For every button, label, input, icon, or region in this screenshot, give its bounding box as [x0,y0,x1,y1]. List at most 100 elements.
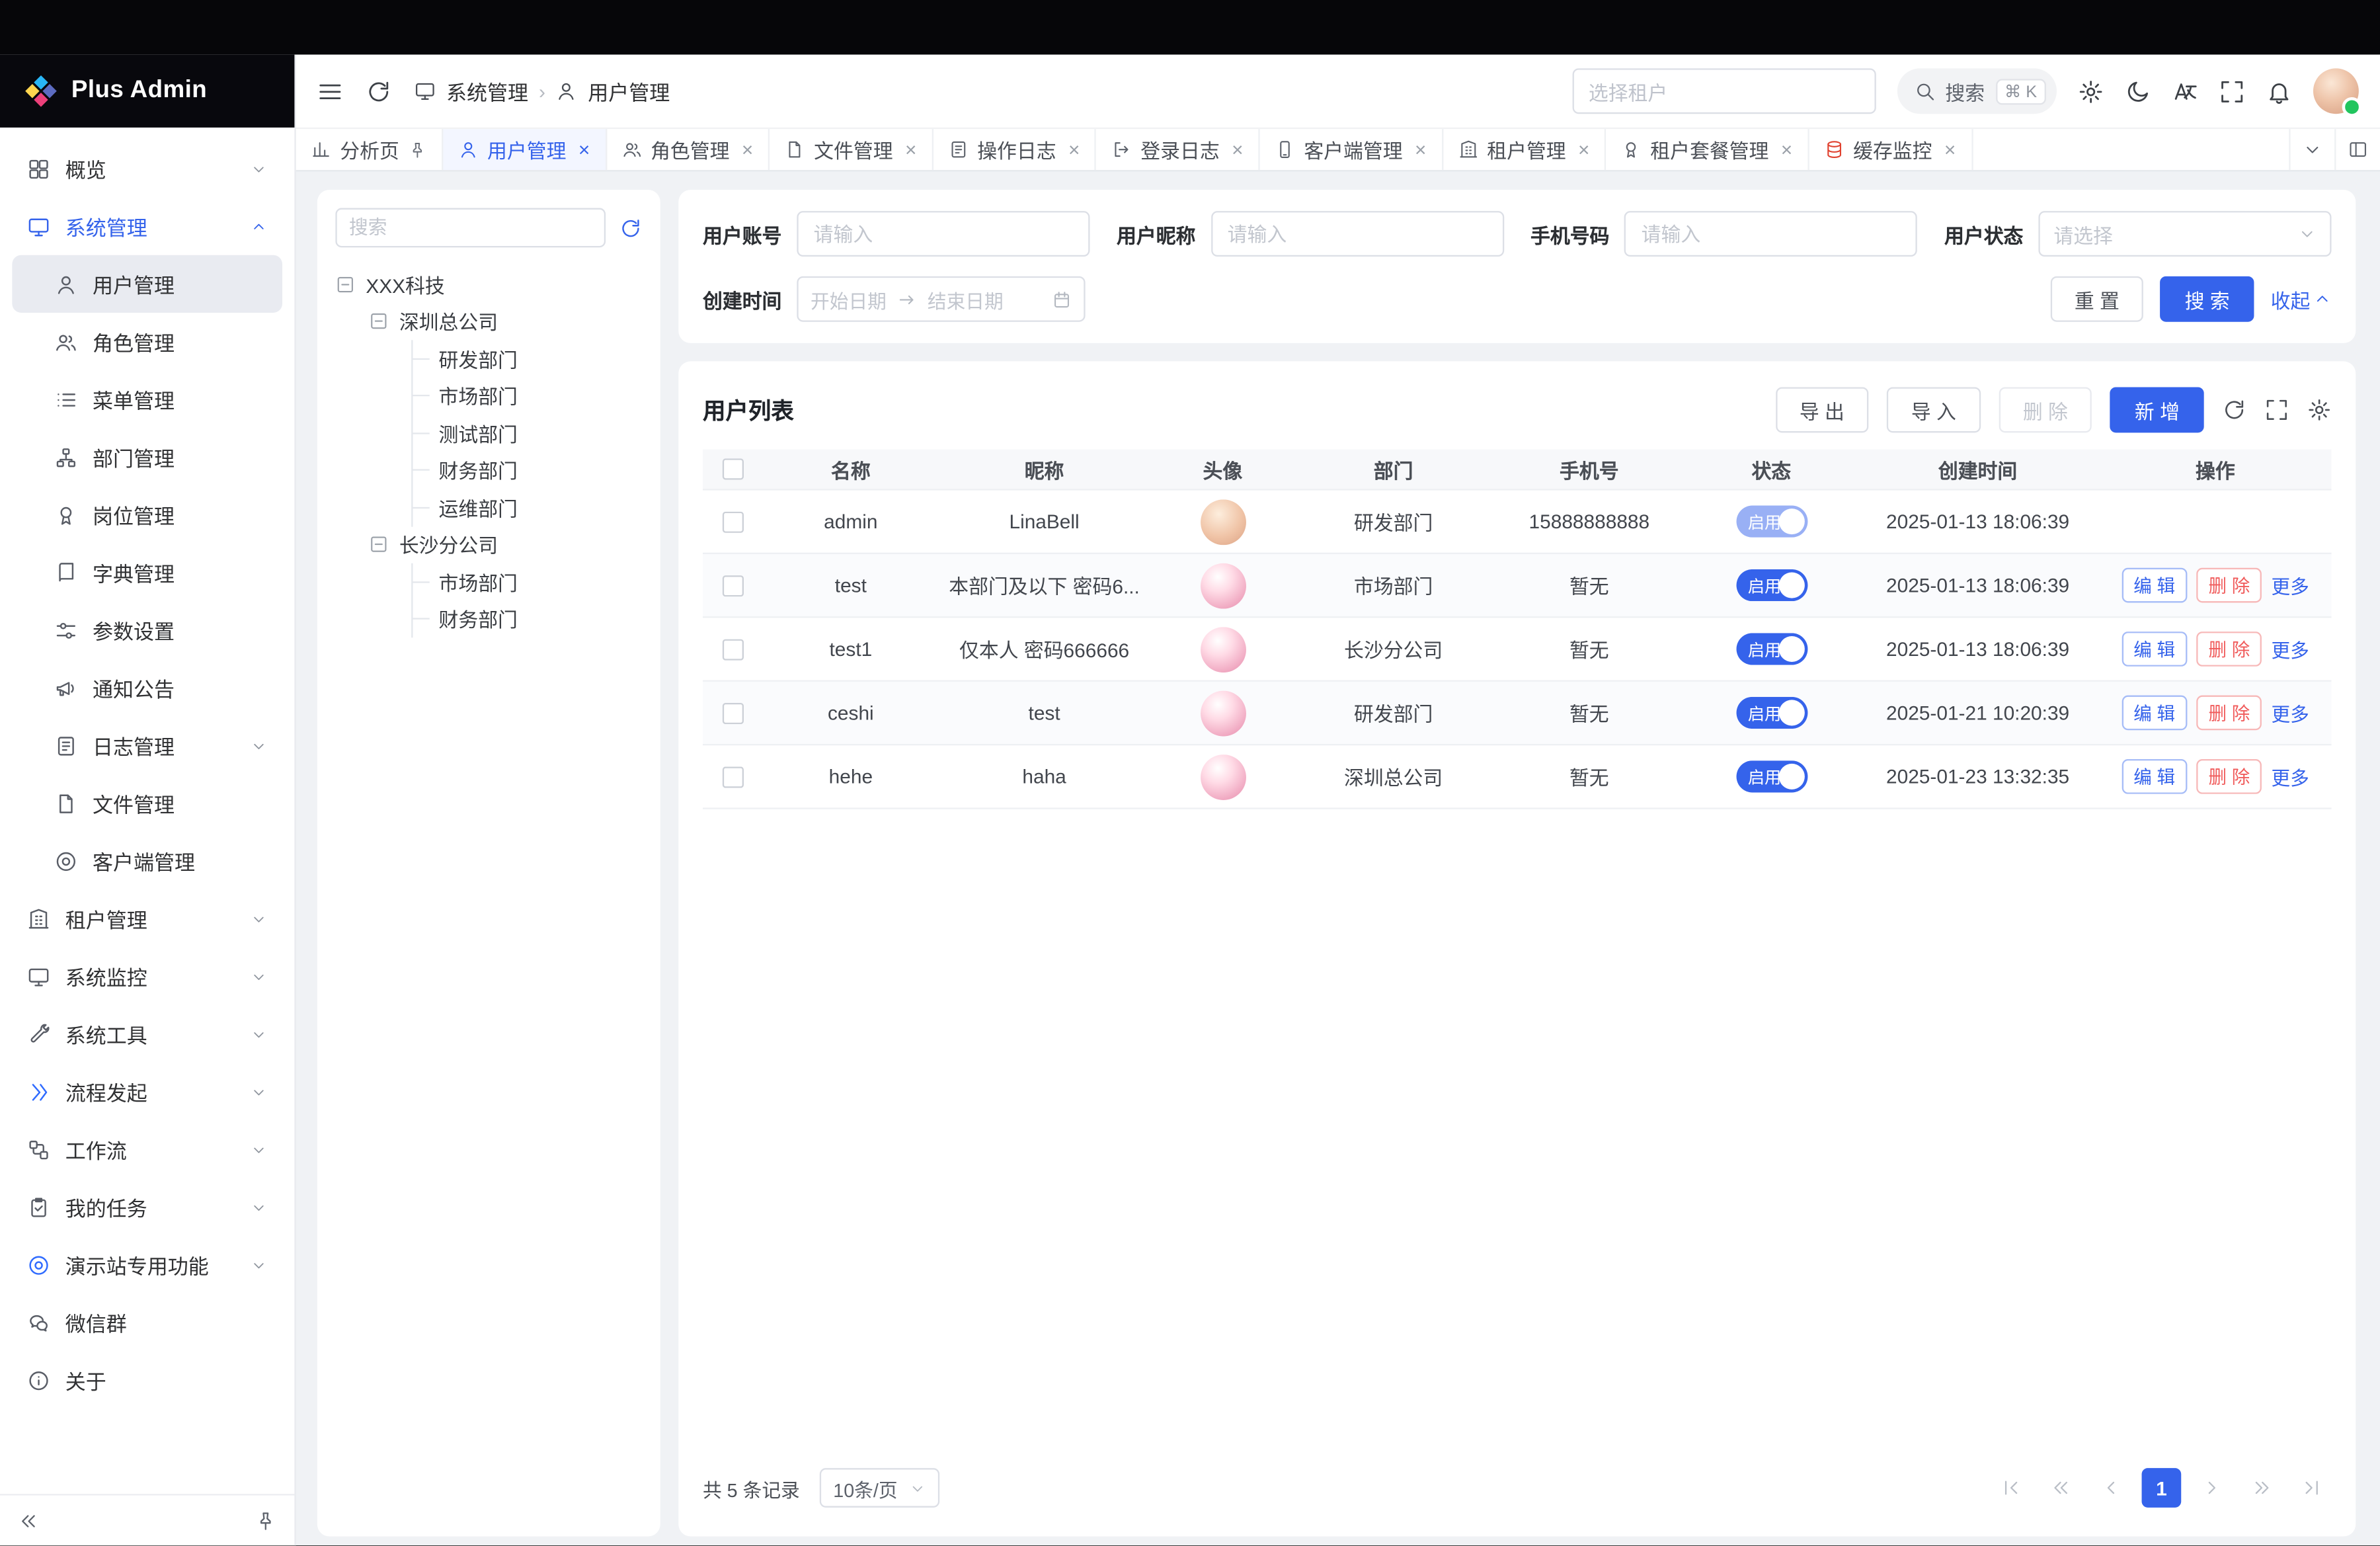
delete-button[interactable]: 删 除 [1999,387,2092,432]
status-toggle[interactable]: 启用 [1735,760,1807,792]
user-avatar[interactable] [2313,68,2359,114]
sidebar-item-process-start[interactable]: 流程发起 [12,1063,282,1120]
edit-button[interactable]: 编 辑 [2122,759,2188,794]
sidebar-item-role-mgmt[interactable]: 角色管理 [12,313,282,370]
account-input[interactable] [797,211,1090,257]
collapse-filters-link[interactable]: 收起 [2271,284,2332,313]
collapse-node-icon[interactable] [369,535,389,555]
status-toggle[interactable]: 启用 [1735,569,1807,601]
close-icon[interactable]: × [1781,140,1792,159]
tab-client-mgmt[interactable]: 客户端管理 × [1260,129,1443,170]
sidebar-item-client-mgmt[interactable]: 客户端管理 [12,832,282,889]
close-icon[interactable]: × [578,140,590,159]
reset-button[interactable]: 重 置 [2050,276,2143,322]
hamburger-menu-icon[interactable] [317,78,343,104]
delete-row-button[interactable]: 删 除 [2196,631,2262,667]
status-toggle[interactable]: 启用 [1735,697,1807,729]
tab-file-mgmt[interactable]: 文件管理 × [770,129,933,170]
edit-button[interactable]: 编 辑 [2122,631,2188,667]
date-range-input[interactable]: 开始日期 结束日期 [797,276,1085,322]
refresh-page-icon[interactable] [366,78,391,104]
close-icon[interactable]: × [1578,140,1589,159]
collapse-node-icon[interactable] [335,274,355,294]
tab-dropdown-icon[interactable] [2289,129,2334,170]
sidebar-item-my-tasks[interactable]: 我的任务 [12,1178,282,1236]
sidebar-item-system-tools[interactable]: 系统工具 [12,1005,282,1063]
first-page-icon[interactable] [1991,1469,2031,1508]
tab-analysis[interactable]: 分析页 [296,129,444,170]
tab-user-mgmt[interactable]: 用户管理 × [443,129,606,170]
close-icon[interactable]: × [742,140,753,159]
nickname-input[interactable] [1210,211,1503,257]
row-checkbox[interactable] [723,702,744,723]
sidebar-item-post-mgmt[interactable]: 岗位管理 [12,486,282,544]
select-all-checkbox[interactable] [723,458,744,479]
tab-cache-monitor[interactable]: 缓存监控 × [1809,129,1972,170]
sidebar-item-menu-mgmt[interactable]: 菜单管理 [12,370,282,428]
notifications-icon[interactable] [2266,78,2292,104]
app-logo[interactable]: Plus Admin [0,55,294,128]
table-settings-icon[interactable] [2307,398,2332,423]
tree-leaf[interactable]: 运维部门 [413,489,642,526]
tree-leaf[interactable]: 市场部门 [413,563,642,600]
tab-tenant-package-mgmt[interactable]: 租户套餐管理 × [1606,129,1809,170]
prev-page-icon[interactable] [2092,1469,2131,1508]
collapse-sidebar-icon[interactable] [19,1510,40,1531]
status-toggle[interactable]: 启用 [1735,633,1807,665]
tree-node-changsha[interactable]: 长沙分公司 [369,526,642,563]
edit-button[interactable]: 编 辑 [2122,696,2188,731]
more-actions-link[interactable]: 更多 [2271,571,2309,600]
sidebar-item-system-mgmt[interactable]: 系统管理 [12,197,282,255]
sidebar-item-param-settings[interactable]: 参数设置 [12,601,282,659]
table-refresh-icon[interactable] [2222,398,2246,423]
global-search[interactable]: 搜索 ⌘ K [1897,68,2057,114]
page-size-select[interactable]: 10条/页 [820,1469,940,1508]
row-checkbox[interactable] [723,511,744,532]
tree-leaf[interactable]: 研发部门 [413,340,642,377]
sidebar-item-about[interactable]: 关于 [12,1351,282,1408]
tree-refresh-icon[interactable] [619,216,642,239]
tree-search-input[interactable] [335,208,606,248]
collapse-node-icon[interactable] [369,311,389,331]
last-page-icon[interactable] [2292,1469,2332,1508]
sidebar-item-demo-features[interactable]: 演示站专用功能 [12,1236,282,1293]
import-button[interactable]: 导 入 [1887,387,1980,432]
tab-role-mgmt[interactable]: 角色管理 × [607,129,770,170]
tree-leaf[interactable]: 测试部门 [413,415,642,452]
sidebar-item-log-mgmt[interactable]: 日志管理 [12,717,282,774]
close-icon[interactable]: × [1415,140,1426,159]
tab-login-log[interactable]: 登录日志 × [1097,129,1260,170]
tree-leaf[interactable]: 财务部门 [413,452,642,489]
tenant-select[interactable]: 选择租户 [1572,68,1876,114]
table-fullscreen-icon[interactable] [2265,398,2289,423]
status-toggle[interactable]: 启用 [1735,506,1807,538]
sidebar-item-wechat-group[interactable]: 微信群 [12,1293,282,1351]
tree-leaf[interactable]: 市场部门 [413,378,642,415]
more-actions-link[interactable]: 更多 [2271,762,2309,792]
close-icon[interactable]: × [905,140,916,159]
pin-sidebar-icon[interactable] [255,1510,276,1531]
tab-ops-log[interactable]: 操作日志 × [933,129,1097,170]
fullscreen-icon[interactable] [2219,78,2245,104]
tree-node-root[interactable]: XXX科技 [335,266,642,303]
breadcrumb-item[interactable]: 系统管理 [446,76,528,106]
delete-row-button[interactable]: 删 除 [2196,568,2262,603]
sidebar-item-workflow[interactable]: 工作流 [12,1120,282,1178]
row-checkbox[interactable] [723,638,744,659]
status-select[interactable]: 请选择 [2038,211,2331,257]
sidebar-item-system-monitor[interactable]: 系统监控 [12,948,282,1005]
close-icon[interactable]: × [1232,140,1243,159]
close-icon[interactable]: × [1068,140,1080,159]
settings-icon[interactable] [2078,78,2104,104]
sidebar-item-overview[interactable]: 概览 [12,140,282,197]
dark-mode-icon[interactable] [2125,78,2151,104]
tab-layout-icon[interactable] [2334,129,2380,170]
more-actions-link[interactable]: 更多 [2271,635,2309,664]
tree-node-shenzhen[interactable]: 深圳总公司 [369,303,642,340]
next-page-icon[interactable] [2192,1469,2231,1508]
sidebar-item-user-mgmt[interactable]: 用户管理 [12,255,282,313]
sidebar-item-file-mgmt[interactable]: 文件管理 [12,774,282,832]
phone-input[interactable] [1624,211,1917,257]
jump-back-icon[interactable] [2042,1469,2081,1508]
jump-forward-icon[interactable] [2242,1469,2281,1508]
